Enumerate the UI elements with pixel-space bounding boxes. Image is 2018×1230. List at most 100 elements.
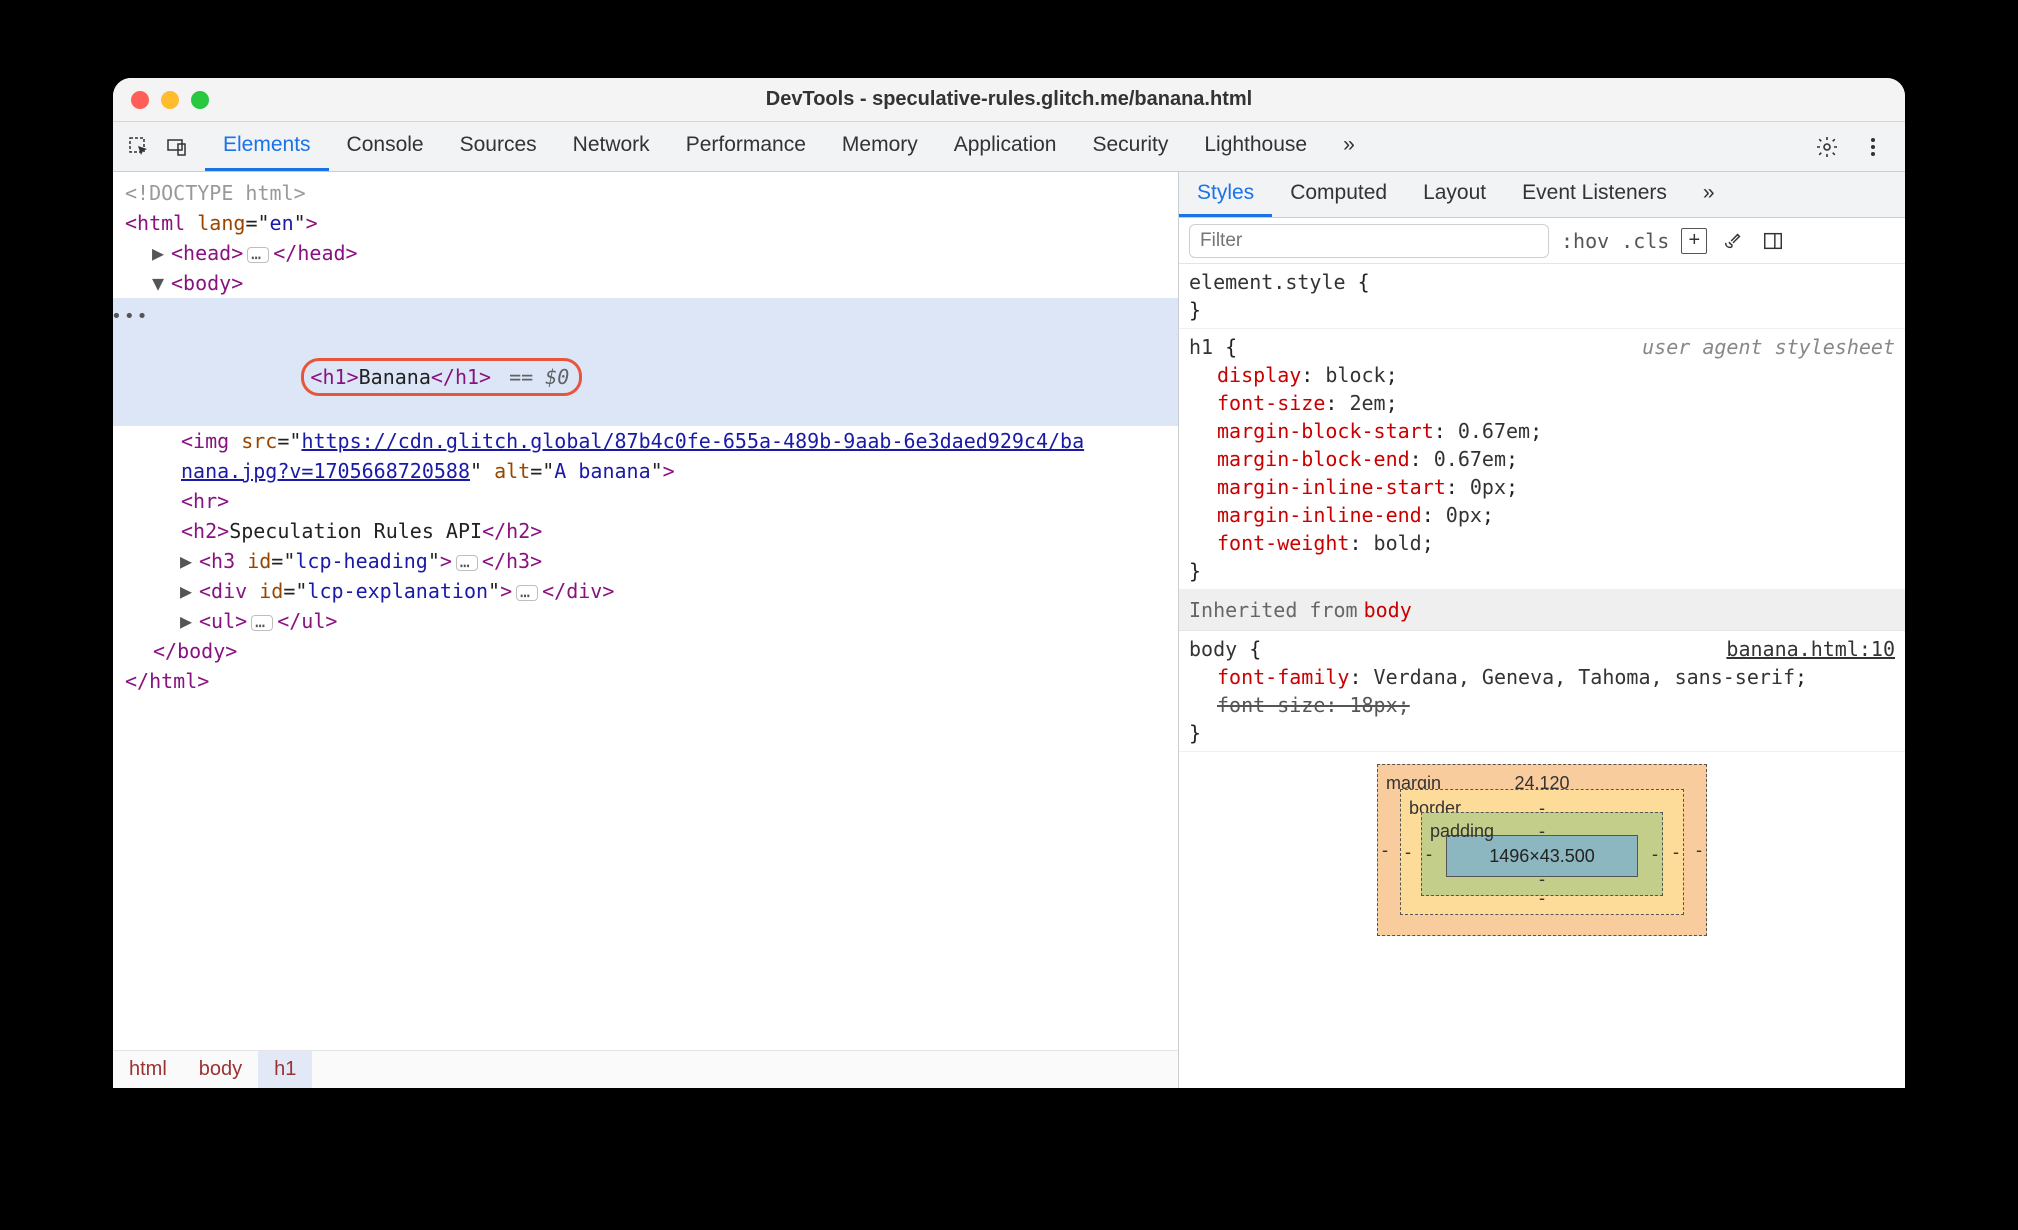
tab-performance[interactable]: Performance: [668, 122, 824, 171]
kebab-menu-icon[interactable]: [1859, 133, 1887, 161]
html-lang-attr: lang: [197, 211, 245, 235]
img-src-attr: src: [241, 429, 277, 453]
dom-ul[interactable]: ▶<ul></ul>: [113, 606, 1178, 636]
bm-padding[interactable]: padding - - - - 1496×43.500: [1421, 812, 1663, 896]
dom-head[interactable]: ▶<head></head>: [113, 238, 1178, 268]
stab-computed[interactable]: Computed: [1272, 172, 1405, 217]
css-declaration[interactable]: margin-block-end: 0.67em;: [1189, 445, 1895, 473]
source-link[interactable]: banana.html:10: [1726, 635, 1895, 663]
tab-sources[interactable]: Sources: [442, 122, 555, 171]
rule-h1[interactable]: user agent stylesheet h1 { display: bloc…: [1179, 329, 1905, 590]
devtools-window: DevTools - speculative-rules.glitch.me/b…: [113, 78, 1905, 1088]
dom-h2[interactable]: <h2>Speculation Rules API</h2>: [113, 516, 1178, 546]
ellipsis-icon[interactable]: [251, 615, 273, 631]
breadcrumb: html body h1: [113, 1050, 1178, 1088]
crumb-body[interactable]: body: [183, 1051, 258, 1088]
dom-html-close[interactable]: </html>: [113, 666, 1178, 696]
tab-application[interactable]: Application: [936, 122, 1075, 171]
dom-h1-selected[interactable]: ••• <h1>Banana</h1> == $0: [113, 298, 1178, 426]
cls-toggle[interactable]: .cls: [1621, 229, 1669, 253]
toggle-computed-sidebar-icon[interactable]: [1759, 227, 1787, 255]
css-declaration[interactable]: font-weight: bold;: [1189, 529, 1895, 557]
styles-body[interactable]: element.style { } user agent stylesheet …: [1179, 264, 1905, 1088]
rule-body[interactable]: body {banana.html:10 font-family: Verdan…: [1179, 631, 1905, 752]
window-titlebar: DevTools - speculative-rules.glitch.me/b…: [113, 78, 1905, 122]
dom-tree[interactable]: <!DOCTYPE html> <html lang="en"> ▶<head>…: [113, 172, 1178, 1050]
expand-div-icon[interactable]: ▶: [177, 576, 195, 606]
collapse-body-icon[interactable]: ▼: [149, 268, 167, 298]
stab-event-listeners[interactable]: Event Listeners: [1504, 172, 1685, 217]
new-style-rule-icon[interactable]: +: [1681, 228, 1707, 254]
device-toggle-icon[interactable]: [163, 133, 191, 161]
expand-ul-icon[interactable]: ▶: [177, 606, 195, 636]
hov-toggle[interactable]: :hov: [1561, 229, 1609, 253]
rule-element-style[interactable]: element.style { }: [1179, 264, 1905, 329]
tab-console[interactable]: Console: [329, 122, 442, 171]
bm-margin[interactable]: margin 24.120 - - border - - - - padding: [1377, 764, 1707, 936]
tab-network[interactable]: Network: [555, 122, 668, 171]
bm-padding-right: -: [1652, 840, 1658, 868]
close-window-icon[interactable]: [131, 91, 149, 109]
h1-open-tag: h1: [322, 365, 346, 389]
dom-html-open[interactable]: <html lang="en">: [113, 208, 1178, 238]
dom-body-close[interactable]: </body>: [113, 636, 1178, 666]
img-tag: img: [193, 429, 229, 453]
stabs-overflow-icon[interactable]: »: [1685, 172, 1733, 217]
bm-padding-label: padding: [1430, 817, 1494, 845]
dom-div[interactable]: ▶<div id="lcp-explanation"></div>: [113, 576, 1178, 606]
expand-h3-icon[interactable]: ▶: [177, 546, 195, 576]
dom-img-line1[interactable]: <img src="https://cdn.glitch.global/87b4…: [113, 426, 1178, 486]
css-declaration[interactable]: display: block;: [1189, 361, 1895, 389]
maximize-window-icon[interactable]: [191, 91, 209, 109]
ellipsis-icon[interactable]: [456, 555, 478, 571]
settings-icon[interactable]: [1813, 133, 1841, 161]
bm-border-right: -: [1673, 838, 1679, 866]
minimize-window-icon[interactable]: [161, 91, 179, 109]
css-val: 0.67em: [1434, 447, 1506, 471]
gutter-menu-icon[interactable]: •••: [113, 302, 150, 332]
h3-id-val: lcp-heading: [295, 549, 427, 573]
bm-padding-left: -: [1426, 840, 1432, 868]
css-declaration[interactable]: font-family: Verdana, Geneva, Tahoma, sa…: [1189, 663, 1895, 691]
div-close-tag: div: [566, 579, 602, 603]
crumb-h1[interactable]: h1: [258, 1051, 312, 1088]
dom-hr[interactable]: <hr>: [113, 486, 1178, 516]
bm-margin-left: -: [1382, 836, 1388, 864]
crumb-html[interactable]: html: [113, 1051, 183, 1088]
css-declaration[interactable]: font-size: 2em;: [1189, 389, 1895, 417]
css-declaration[interactable]: font-size: 18px;: [1189, 691, 1895, 719]
ellipsis-icon[interactable]: [516, 585, 538, 601]
css-declaration[interactable]: margin-inline-start: 0px;: [1189, 473, 1895, 501]
inspect-icon[interactable]: [125, 133, 153, 161]
tab-elements[interactable]: Elements: [205, 122, 329, 171]
tab-security[interactable]: Security: [1074, 122, 1186, 171]
img-src-val-1[interactable]: https://cdn.glitch.global/87b4c0fe-655a-…: [301, 429, 1084, 453]
bm-border[interactable]: border - - - - padding - - - - 14: [1400, 789, 1684, 915]
ellipsis-icon[interactable]: [247, 247, 269, 263]
dom-h3[interactable]: ▶<h3 id="lcp-heading"></h3>: [113, 546, 1178, 576]
css-prop: margin-inline-end: [1217, 503, 1422, 527]
img-src-val-2[interactable]: nana.jpg?v=1705668720588: [181, 459, 470, 483]
css-declaration[interactable]: margin-block-start: 0.67em;: [1189, 417, 1895, 445]
h1-close-tag: h1: [455, 365, 479, 389]
expand-head-icon[interactable]: ▶: [149, 238, 167, 268]
bm-border-left: -: [1405, 838, 1411, 866]
css-declaration[interactable]: margin-inline-end: 0px;: [1189, 501, 1895, 529]
css-prop: font-weight: [1217, 531, 1349, 555]
dom-body-open[interactable]: ▼<body>: [113, 268, 1178, 298]
tab-lighthouse[interactable]: Lighthouse: [1186, 122, 1325, 171]
div-id-val: lcp-explanation: [307, 579, 488, 603]
styles-filter-input[interactable]: [1189, 224, 1549, 258]
inherited-from-body[interactable]: body: [1358, 598, 1412, 622]
stab-styles[interactable]: Styles: [1179, 172, 1272, 217]
div-tag: div: [211, 579, 247, 603]
selection-highlight: <h1>Banana</h1> == $0: [301, 358, 582, 396]
tab-memory[interactable]: Memory: [824, 122, 936, 171]
paint-brush-icon[interactable]: [1719, 227, 1747, 255]
dom-doctype[interactable]: <!DOCTYPE html>: [113, 178, 1178, 208]
box-model[interactable]: margin 24.120 - - border - - - - padding: [1179, 752, 1905, 936]
styles-toolbar: :hov .cls +: [1179, 218, 1905, 264]
tabs-overflow-icon[interactable]: »: [1325, 122, 1373, 171]
inherited-from-row: Inherited frombody: [1179, 590, 1905, 631]
stab-layout[interactable]: Layout: [1405, 172, 1504, 217]
